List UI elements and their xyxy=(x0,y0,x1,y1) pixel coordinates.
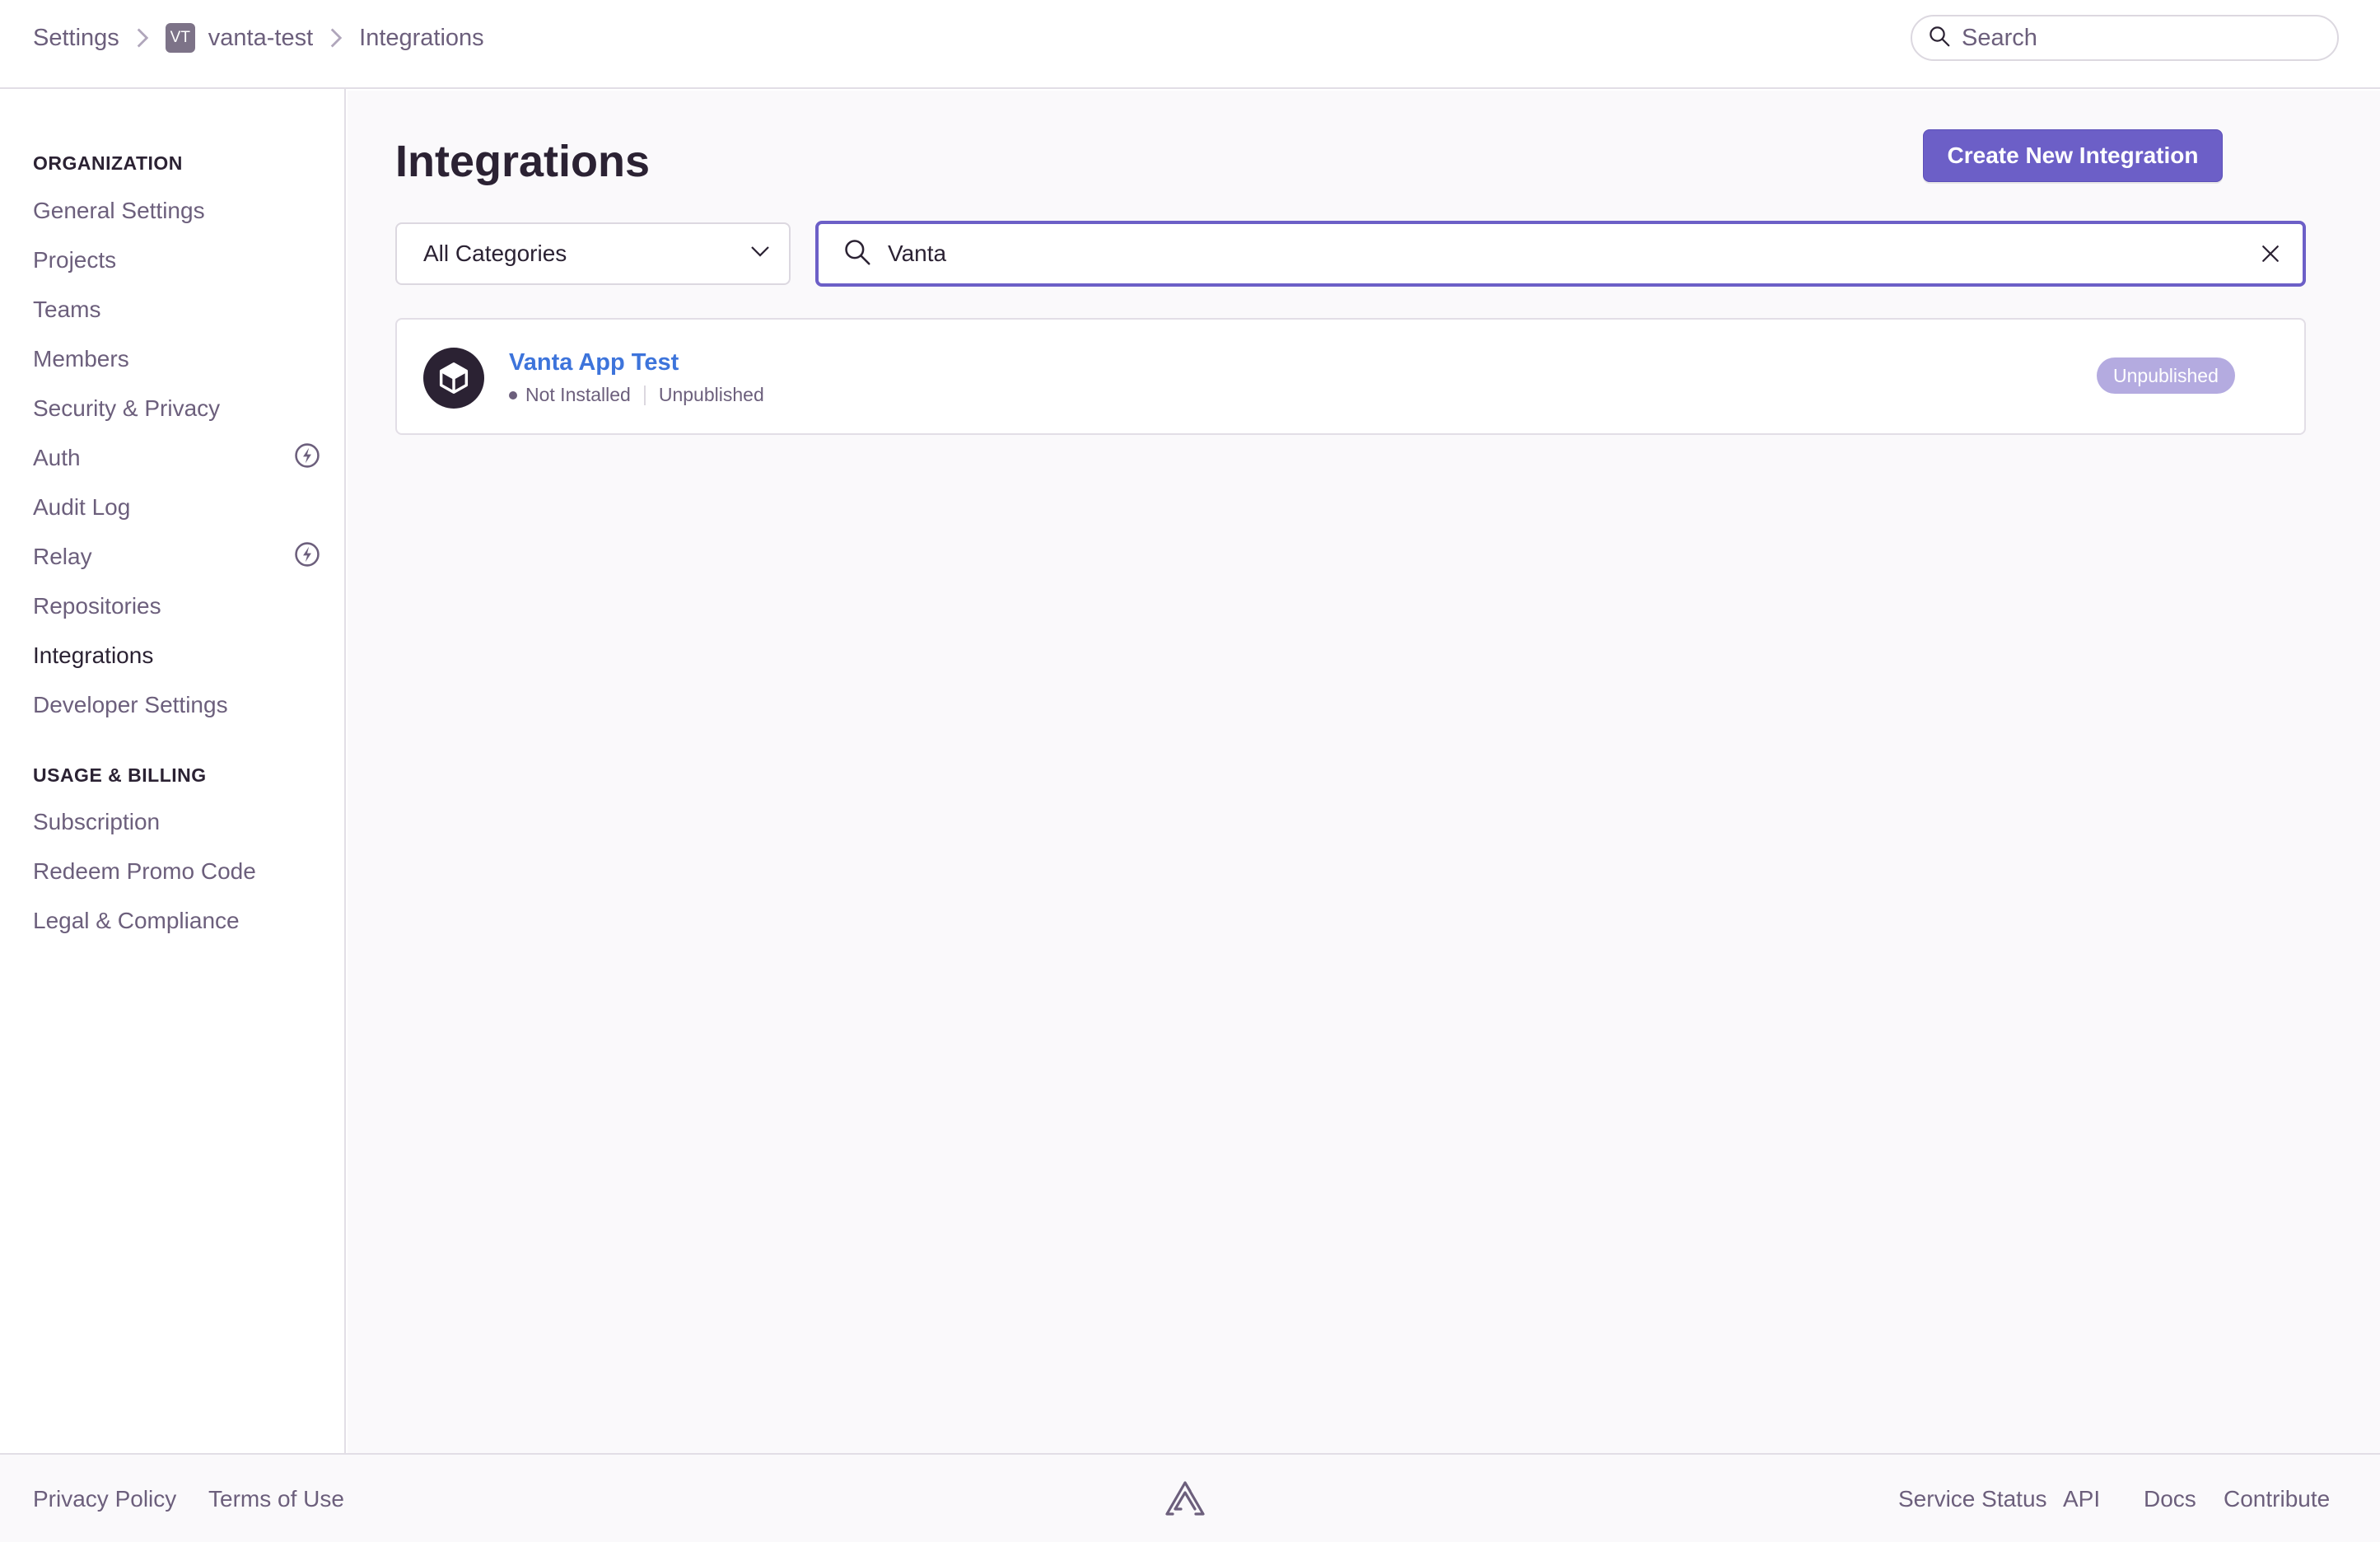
meta-divider xyxy=(643,385,646,405)
sidebar-item-label: Audit Log xyxy=(33,494,131,520)
close-icon[interactable] xyxy=(2258,241,2283,266)
sidebar-section-usage-billing: USAGE & BILLING xyxy=(33,764,207,786)
sidebar-item-label: Legal & Compliance xyxy=(33,908,240,933)
install-status: Not Installed xyxy=(525,384,631,405)
settings-sidebar: ORGANIZATION General Settings Projects T… xyxy=(0,89,346,1453)
search-icon xyxy=(842,236,873,272)
sidebar-item-projects[interactable]: Projects xyxy=(33,239,321,282)
main-content: Integrations Create New Integration All … xyxy=(348,91,2380,1453)
sidebar-item-label: Members xyxy=(33,346,129,371)
publish-status: Unpublished xyxy=(658,384,764,405)
sidebar-item-label: General Settings xyxy=(33,198,205,223)
breadcrumb-org-name: vanta-test xyxy=(208,24,314,51)
chevron-down-icon xyxy=(748,239,772,269)
integration-search[interactable] xyxy=(815,221,2306,287)
sidebar-item-general-settings[interactable]: General Settings xyxy=(33,189,321,232)
sidebar-item-teams[interactable]: Teams xyxy=(33,288,321,331)
contribute-link[interactable]: Contribute xyxy=(2224,1455,2330,1542)
sidebar-item-label: Teams xyxy=(33,297,101,322)
lightning-badge-icon xyxy=(293,540,321,574)
breadcrumb-org[interactable]: VT vanta-test xyxy=(165,23,314,53)
status-dot xyxy=(509,390,517,400)
breadcrumb-settings[interactable]: Settings xyxy=(33,25,119,52)
terms-of-use-link[interactable]: Terms of Use xyxy=(208,1455,344,1542)
sidebar-item-auth[interactable]: Auth xyxy=(33,437,321,479)
sidebar-item-label: Auth xyxy=(33,445,81,470)
category-select-value: All Categories xyxy=(423,241,567,266)
create-new-integration-button[interactable]: Create New Integration xyxy=(1923,129,2223,182)
service-status-link[interactable]: Service Status xyxy=(1898,1455,2047,1542)
sidebar-item-members[interactable]: Members xyxy=(33,338,321,381)
sidebar-item-label: Integrations xyxy=(33,642,154,668)
global-search[interactable] xyxy=(1911,15,2339,61)
sidebar-item-legal-compliance[interactable]: Legal & Compliance xyxy=(33,900,321,942)
sidebar-item-label: Developer Settings xyxy=(33,692,228,717)
sidebar-item-label: Repositories xyxy=(33,593,161,619)
integration-meta: Not Installed Unpublished xyxy=(509,384,764,406)
privacy-policy-link[interactable]: Privacy Policy xyxy=(33,1455,176,1542)
sidebar-item-label: Security & Privacy xyxy=(33,395,221,421)
sidebar-item-subscription[interactable]: Subscription xyxy=(33,801,321,843)
sidebar-item-label: Redeem Promo Code xyxy=(33,858,256,884)
category-select[interactable]: All Categories xyxy=(395,222,791,285)
org-avatar: VT xyxy=(165,23,195,53)
sidebar-item-relay[interactable]: Relay xyxy=(33,535,321,578)
breadcrumb-integrations[interactable]: Integrations xyxy=(359,25,484,52)
sidebar-item-label: Relay xyxy=(33,544,92,569)
breadcrumb: Settings VT vanta-test Integrations xyxy=(33,0,484,76)
sidebar-item-repositories[interactable]: Repositories xyxy=(33,585,321,628)
integration-name-link[interactable]: Vanta App Test xyxy=(509,349,679,376)
sidebar-section-organization: ORGANIZATION xyxy=(33,152,183,174)
sidebar-item-integrations[interactable]: Integrations xyxy=(33,634,321,677)
chevron-right-icon xyxy=(313,26,359,49)
page-title: Integrations xyxy=(395,137,651,186)
api-link[interactable]: API xyxy=(2063,1455,2100,1542)
sidebar-item-redeem-promo-code[interactable]: Redeem Promo Code xyxy=(33,850,321,893)
sentry-logo-icon[interactable] xyxy=(1163,1479,1207,1519)
footer: Privacy Policy Terms of Use Service Stat… xyxy=(0,1453,2380,1542)
sidebar-item-developer-settings[interactable]: Developer Settings xyxy=(33,684,321,727)
top-bar: Settings VT vanta-test Integrations xyxy=(0,0,2380,89)
sidebar-item-security-privacy[interactable]: Security & Privacy xyxy=(33,387,321,430)
global-search-input[interactable] xyxy=(1962,24,2324,52)
docs-link[interactable]: Docs xyxy=(2144,1455,2196,1542)
chevron-right-icon xyxy=(119,26,166,49)
integration-row: Vanta App Test Not Installed Unpublished… xyxy=(395,318,2306,435)
integration-search-input[interactable] xyxy=(888,241,2258,267)
sidebar-item-label: Subscription xyxy=(33,809,161,834)
package-icon xyxy=(423,348,484,409)
lightning-badge-icon xyxy=(293,442,321,475)
sidebar-item-audit-log[interactable]: Audit Log xyxy=(33,486,321,529)
search-icon xyxy=(1927,24,1952,53)
sidebar-item-label: Projects xyxy=(33,247,117,273)
status-badge: Unpublished xyxy=(2097,357,2235,394)
